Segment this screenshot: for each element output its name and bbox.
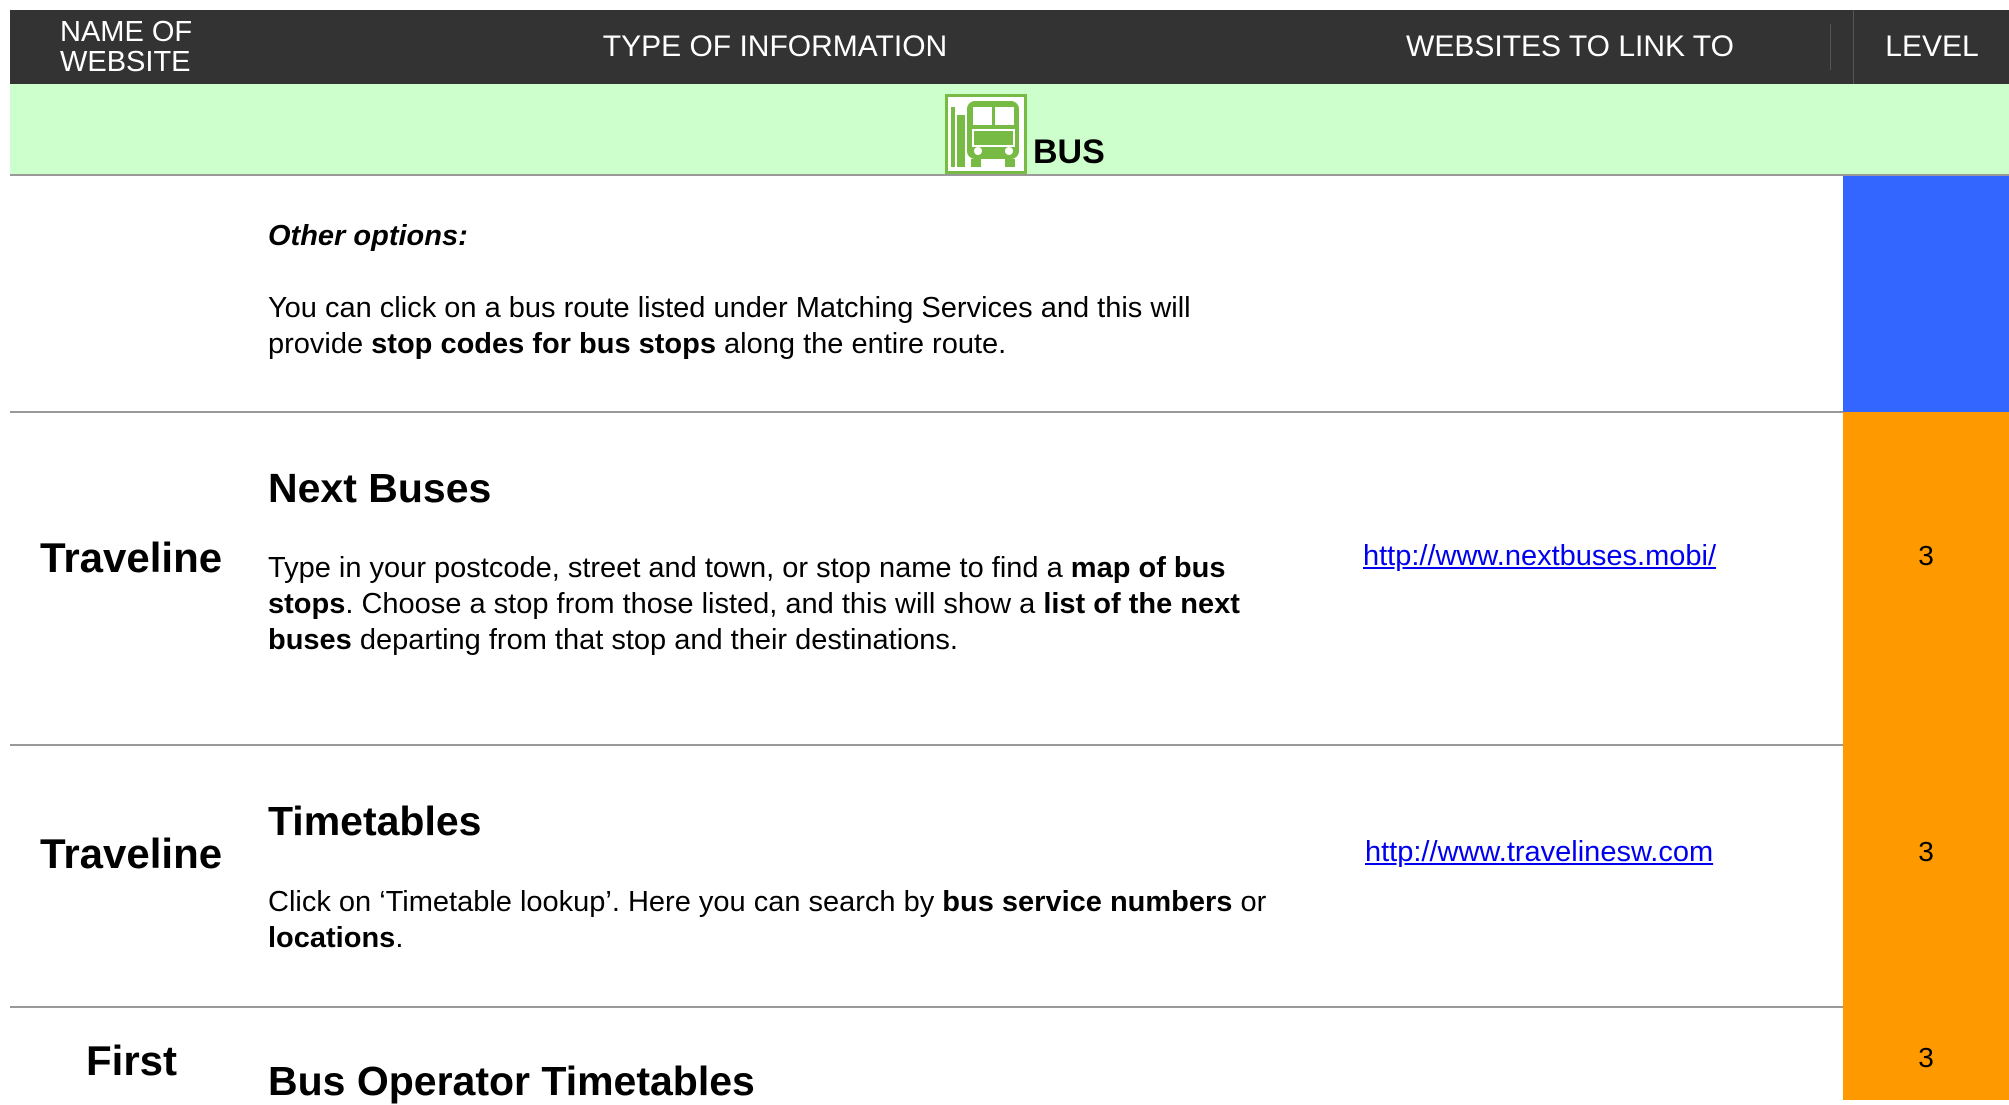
row-description: You can click on a bus route listed unde… [268, 292, 1191, 360]
bus-stop-icon [945, 94, 1027, 174]
header-separator [1830, 24, 1831, 70]
section-title-text: BUS [1033, 133, 1105, 171]
row-description: Type in your postcode, street and town, … [268, 552, 1240, 656]
row-heading: Timetables [268, 798, 482, 844]
website-name: Traveline [40, 534, 223, 581]
header-name-of-website: NAME OF WEBSITE [60, 16, 193, 78]
row-divider [10, 744, 1843, 746]
row-heading: Bus Operator Timetables [268, 1058, 755, 1104]
section-title: BUS [945, 88, 1105, 174]
website-name: First [86, 1037, 178, 1084]
row-heading: Next Buses [268, 465, 492, 511]
table-header: NAME OF WEBSITE TYPE OF INFORMATION WEBS… [10, 10, 2009, 84]
website-name: Traveline [40, 830, 223, 877]
link-nextbuses[interactable]: http://www.nextbuses.mobi/ [1363, 540, 1716, 573]
level-value: 3 [1918, 836, 1934, 867]
level-cell-blue [1843, 176, 2009, 412]
level-value: 3 [1918, 540, 1934, 571]
header-level: LEVEL [1853, 10, 2009, 84]
row-heading: Other options: [268, 220, 468, 252]
link-travelinesw[interactable]: http://www.travelinesw.com [1365, 836, 1713, 869]
header-type-of-information: TYPE OF INFORMATION [602, 30, 948, 63]
level-cell-orange [1843, 412, 2009, 1100]
section-band: BUS [10, 84, 2009, 176]
row-divider [10, 1006, 1843, 1008]
level-value: 3 [1918, 1042, 1934, 1073]
row-description: Click on ‘Timetable lookup’. Here you ca… [268, 886, 1267, 954]
header-websites-to-link-to: WEBSITES TO LINK TO [1406, 30, 1734, 63]
row-divider [10, 411, 1843, 413]
